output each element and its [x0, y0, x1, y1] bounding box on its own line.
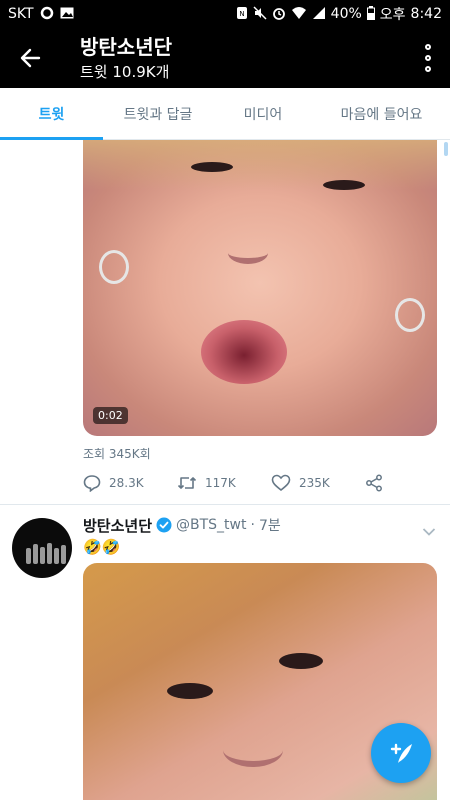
tab-tweets-and-replies[interactable]: 트윗과 답글 [103, 88, 213, 139]
back-button[interactable] [12, 40, 48, 76]
reply-icon [83, 475, 101, 492]
scroll-indicator [444, 142, 448, 156]
notification-icon [40, 6, 54, 23]
profile-title: 방탄소년단 [80, 35, 172, 59]
profile-tabs: 트윗 트윗과 답글 미디어 마음에 들어요 [0, 88, 450, 140]
carrier-label: SKT [8, 6, 34, 22]
video-view-count: 조회 345K회 [83, 447, 151, 461]
share-icon [366, 474, 382, 492]
author-handle: @BTS_twt [176, 517, 247, 533]
status-time: 8:42 [410, 6, 442, 22]
more-dot [425, 54, 431, 61]
status-left: SKT [8, 6, 74, 23]
signal-icon [312, 6, 326, 23]
compose-tweet-icon [390, 743, 412, 763]
tweet-text: 🤣🤣 [83, 538, 121, 556]
avatar-figure [47, 543, 52, 564]
mute-icon [253, 5, 267, 23]
video-frame-eye [323, 180, 365, 190]
avatar-figure [54, 548, 59, 564]
retweet-button[interactable]: 117K [177, 474, 271, 492]
nfc-icon: N [236, 6, 248, 23]
battery-percent: 40% [330, 6, 362, 22]
video-frame-hair [83, 140, 437, 190]
tab-media[interactable]: 미디어 [213, 88, 313, 139]
heart-icon [271, 474, 291, 492]
wifi-icon [291, 6, 307, 23]
avatar-figure [26, 548, 31, 564]
verified-badge-icon [156, 517, 172, 533]
tweet-header: 방탄소년단 @BTS_twt · 7분 [83, 514, 281, 536]
tab-tweets[interactable]: 트윗 [0, 88, 103, 140]
chevron-down-icon [422, 528, 436, 536]
share-button[interactable] [365, 474, 383, 492]
app-root: SKT N 40% 오후 8:42 방탄소년단 트윗 10.9K개 트윗 트윗과… [0, 0, 450, 800]
avatar-figure [33, 544, 38, 564]
more-vertical-icon [425, 44, 431, 51]
app-bar: 방탄소년단 트윗 10.9K개 [0, 28, 450, 88]
retweet-icon [177, 477, 197, 489]
avatar-figure [61, 545, 66, 564]
video-frame-eye [167, 683, 213, 699]
tweet-actions: 28.3K 117K 235K [83, 472, 393, 494]
video-frame-nose [223, 733, 283, 767]
tweet-count: 트윗 10.9K개 [80, 63, 170, 81]
more-options-button[interactable] [420, 42, 436, 74]
tweet-divider [0, 504, 450, 505]
author-name[interactable]: 방탄소년단 [83, 515, 152, 536]
more-dot [425, 65, 431, 72]
header-separator: · [250, 517, 255, 533]
tweet-menu-button[interactable] [422, 522, 436, 541]
retweet-count: 117K [205, 476, 236, 490]
video-frame-earring [99, 250, 129, 284]
avatar-figure [40, 547, 45, 564]
video-frame-earring [395, 298, 425, 332]
video-duration: 0:02 [93, 407, 128, 424]
like-button[interactable]: 235K [271, 474, 365, 492]
video-frame-nose [228, 242, 268, 264]
compose-tweet-button[interactable] [371, 723, 431, 783]
tweet-video[interactable]: 0:02 [83, 140, 437, 436]
reply-button[interactable]: 28.3K [83, 474, 177, 492]
profile-title-block: 방탄소년단 트윗 10.9K개 [80, 34, 172, 82]
image-icon [60, 7, 74, 22]
video-frame-eye [191, 162, 233, 172]
like-count: 235K [299, 476, 330, 490]
svg-text:N: N [239, 10, 244, 18]
back-arrow-icon [20, 48, 41, 68]
avatar[interactable] [12, 518, 72, 578]
alarm-icon [272, 6, 286, 23]
battery-icon [366, 5, 375, 23]
video-frame-mouth [201, 320, 287, 384]
video-frame-eye [279, 653, 323, 669]
tab-likes[interactable]: 마음에 들어요 [313, 88, 450, 139]
time-ampm: 오후 [379, 7, 406, 23]
tweet-time: 7분 [258, 518, 281, 534]
reply-count: 28.3K [109, 476, 144, 490]
status-right: N 40% 오후 8:42 [236, 4, 442, 24]
status-bar: SKT N 40% 오후 8:42 [0, 0, 450, 28]
tweet-feed[interactable]: 0:02 조회 345K회 28.3K 117K 235K 방탄소년단 @BTS… [0, 140, 450, 800]
